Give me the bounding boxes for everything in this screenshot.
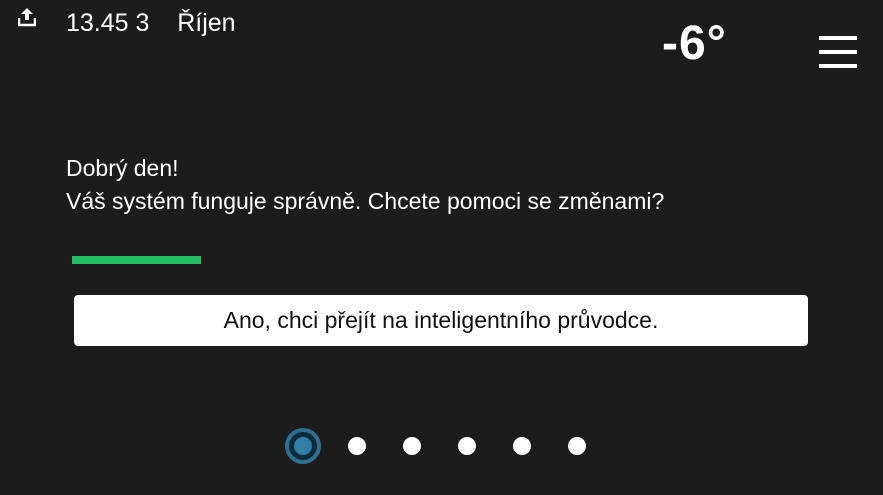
page-dot-active[interactable] [285, 428, 321, 464]
page-dot[interactable] [458, 437, 476, 455]
date-time: 13.45 3 Říjen [66, 9, 236, 38]
greeting-title: Dobrý den! [66, 155, 179, 181]
date-month: Říjen [177, 9, 236, 37]
page-dot[interactable] [348, 437, 366, 455]
progress-fill [72, 256, 201, 264]
page-dot[interactable] [568, 437, 586, 455]
start-wizard-button[interactable]: Ano, chci přejít na inteligentního průvo… [74, 295, 808, 346]
outdoor-temperature: -6° [662, 17, 727, 70]
menu-bar [819, 36, 857, 40]
menu-bar [819, 64, 857, 68]
progress-bar [72, 256, 201, 264]
greeting-message: Váš systém funguje správně. Chcete pomoc… [66, 188, 665, 214]
upload-icon[interactable] [18, 7, 36, 27]
hamburger-menu-icon[interactable] [819, 36, 857, 70]
page-dot[interactable] [403, 437, 421, 455]
date-day: 3 [135, 9, 150, 37]
smart-guide-screen: 13.45 3 Říjen -6° Dobrý den! Váš systém … [0, 0, 883, 495]
page-indicator [285, 428, 623, 464]
page-dot[interactable] [513, 437, 531, 455]
greeting-text: Dobrý den! Váš systém funguje správně. C… [66, 152, 664, 218]
clock-time: 13.45 [66, 9, 129, 37]
menu-bar [819, 50, 857, 54]
